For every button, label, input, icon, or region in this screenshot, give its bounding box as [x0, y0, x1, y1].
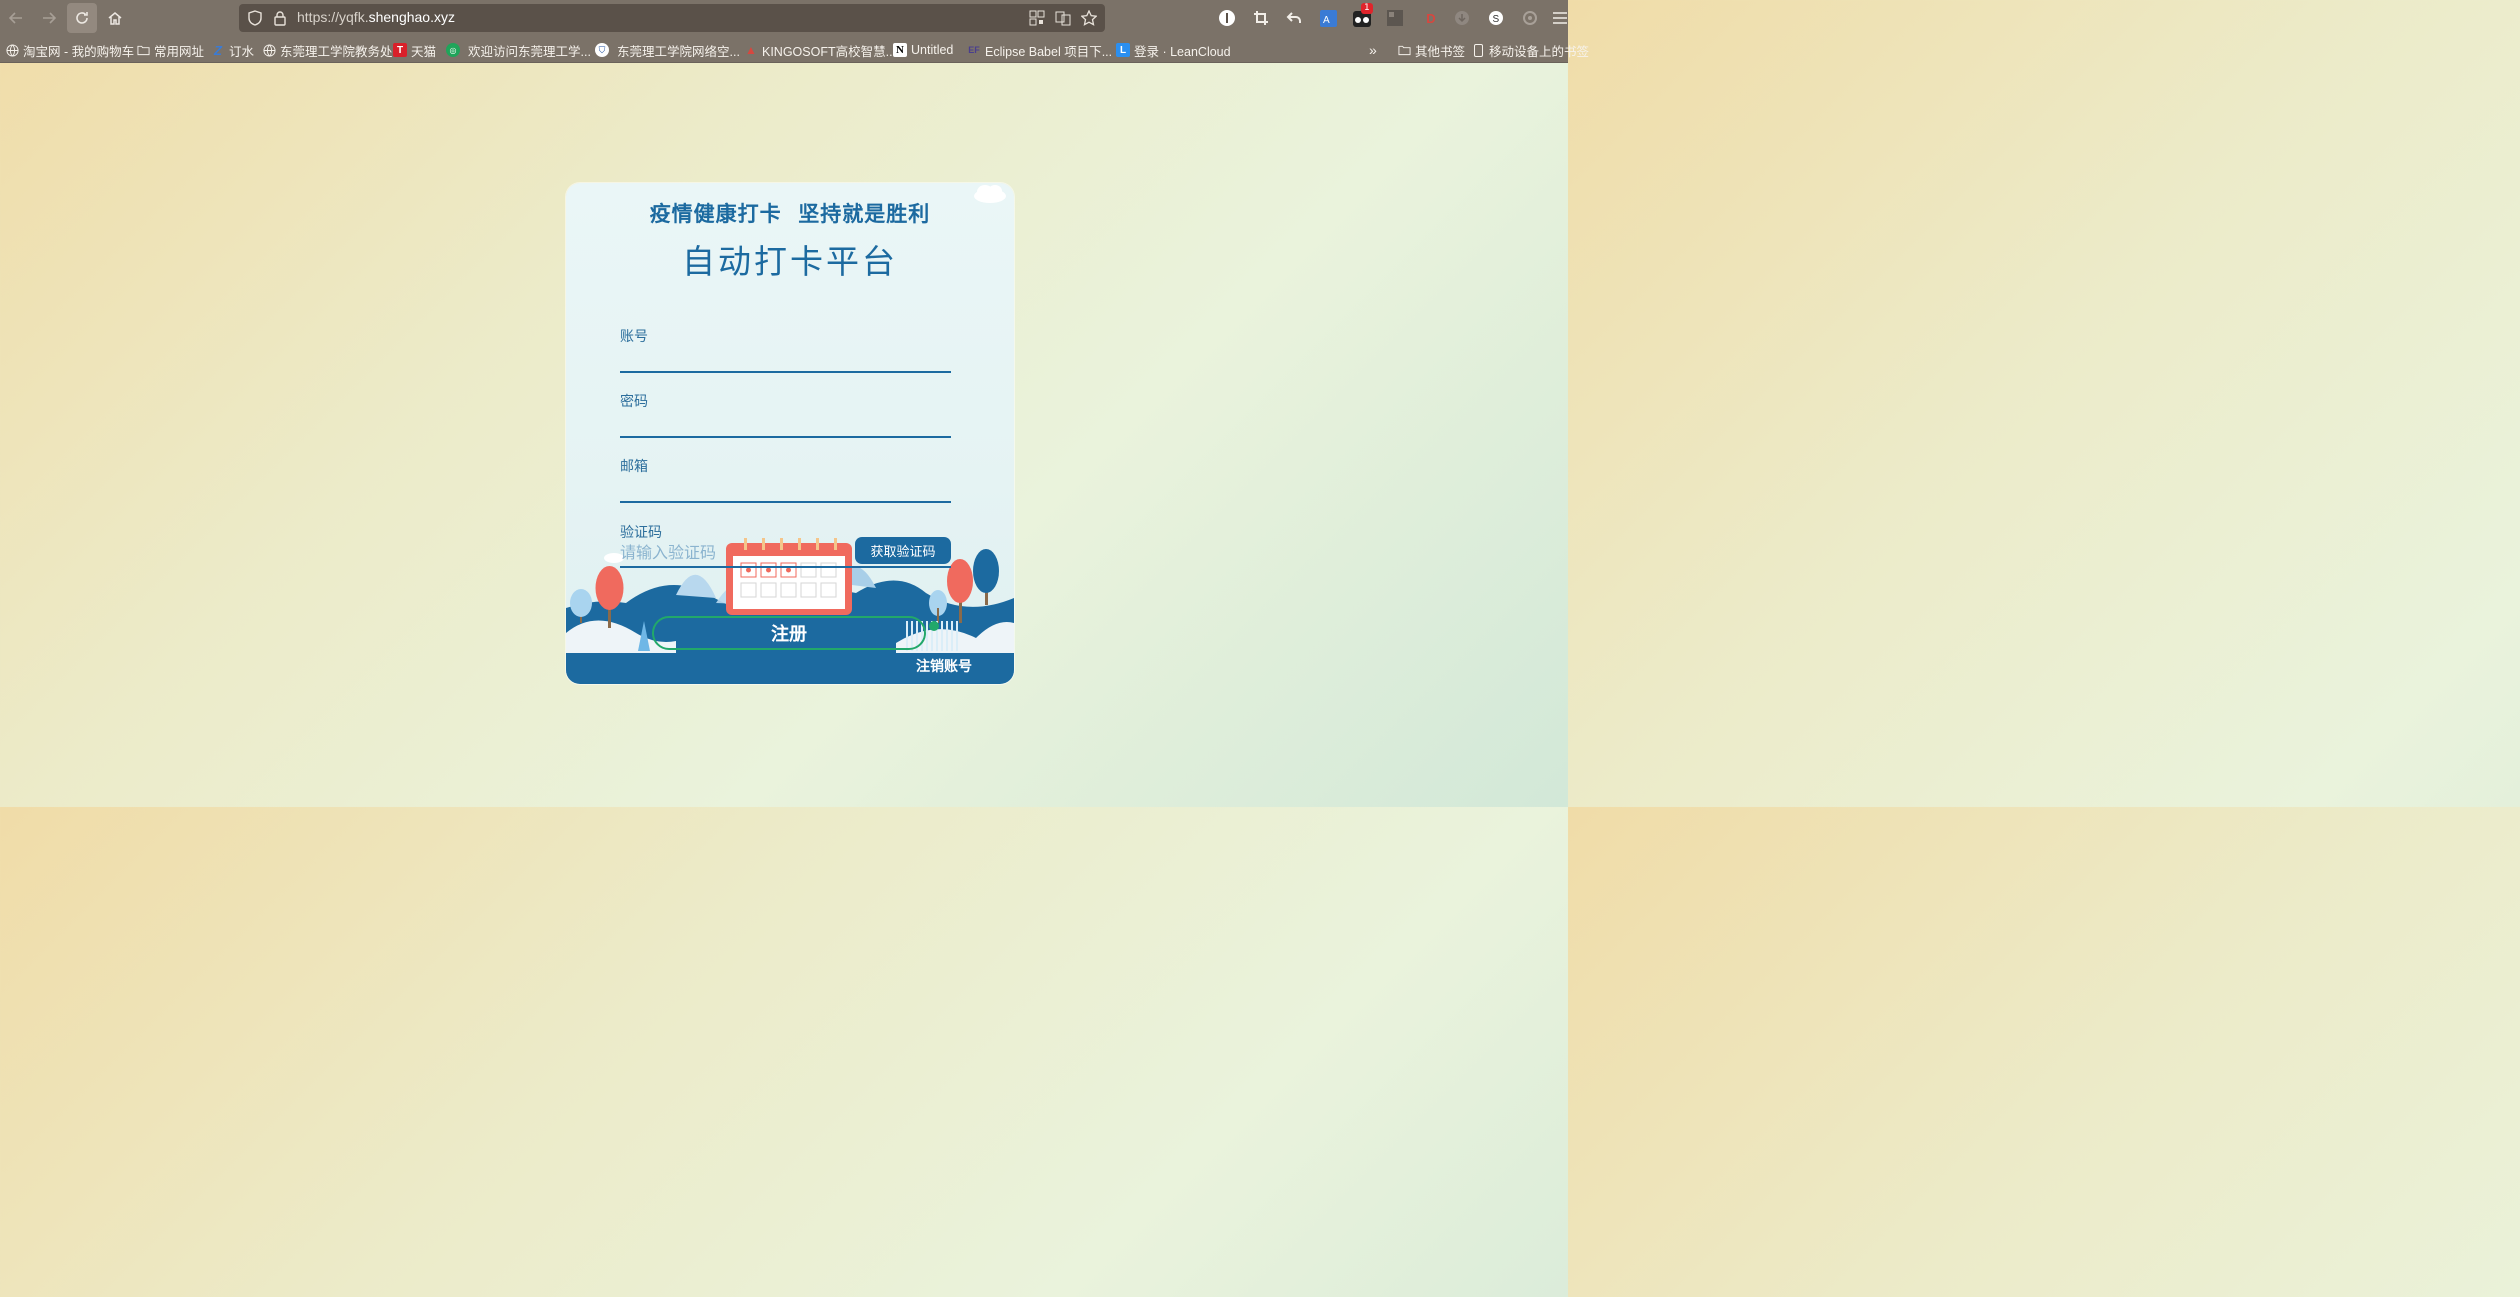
bookmark-label: 常用网址: [154, 44, 205, 59]
double-chevron-icon: »: [1369, 42, 1377, 58]
reload-button[interactable]: [67, 3, 97, 33]
forward-arrow-icon: [43, 12, 57, 24]
back-button[interactable]: [1, 3, 31, 33]
url-prefix: https://yqfk.: [297, 9, 369, 25]
bookmark-label: 东莞理工学院网络空...: [617, 44, 740, 59]
cancel-account-link[interactable]: 注销账号: [916, 656, 972, 676]
mobile-device-icon: [1471, 43, 1485, 57]
d-extension-icon[interactable]: D: [1421, 8, 1441, 28]
green-circle-icon: ◎: [446, 43, 460, 57]
globe-icon: [5, 43, 19, 57]
undo-icon: [1286, 12, 1301, 23]
shield-icon[interactable]: [247, 10, 263, 26]
bookmark-label: 天猫: [411, 44, 437, 59]
svg-text:A: A: [1323, 15, 1330, 26]
email-label: 邮箱: [620, 459, 648, 475]
folder-icon: [136, 43, 150, 57]
url-bar[interactable]: https://yqfk.shenghao.xyz: [239, 4, 1105, 32]
eclipse-icon: EF: [968, 45, 980, 55]
bookmark-order-water[interactable]: Z 订水: [211, 41, 254, 59]
get-verification-code-button[interactable]: 获取验证码: [855, 537, 951, 564]
crop-extension-icon[interactable]: [1251, 8, 1271, 28]
z-icon: Z: [214, 42, 222, 58]
d-letter-icon: D: [1426, 10, 1436, 26]
bookmark-eclipse-babel[interactable]: EF Eclipse Babel 项目下...: [967, 41, 1112, 59]
tampermonkey-extension-icon[interactable]: 1: [1352, 3, 1373, 28]
globe-icon: [262, 43, 276, 57]
leancloud-icon: L: [1116, 43, 1130, 57]
lock-icon[interactable]: [272, 10, 288, 26]
bookmark-label: 登录 · LeanCloud: [1134, 44, 1231, 59]
extension-badge: 1: [1361, 3, 1373, 14]
shield-badge-icon: ⛉: [595, 43, 609, 57]
bookmark-label: KINGOSOFT高校智慧...: [762, 44, 897, 59]
translate-extension-icon[interactable]: A: [1318, 8, 1338, 28]
bookmark-kingosoft[interactable]: ▲ KINGOSOFT高校智慧...: [744, 41, 896, 59]
bookmarks-bar: 淘宝网 - 我的购物车 常用网址 Z 订水 东莞理工学院教务处 T 天猫 ◎ 欢…: [0, 36, 1589, 63]
tmall-icon: T: [393, 43, 407, 57]
grid-extension-icon[interactable]: [1385, 8, 1405, 28]
qr-code-icon[interactable]: [1029, 10, 1045, 26]
svg-text:S: S: [1493, 14, 1500, 25]
browser-toolbar: https://yqfk.shenghao.xyz A 1 D S: [0, 0, 1568, 36]
crop-icon: [1254, 11, 1268, 25]
bookmark-leancloud[interactable]: L 登录 · LeanCloud: [1116, 41, 1231, 59]
grid-icon: [1387, 10, 1403, 26]
translate-icon[interactable]: [1055, 10, 1071, 26]
home-button[interactable]: [100, 3, 130, 33]
bookmark-label: Eclipse Babel 项目下...: [985, 44, 1113, 59]
verification-code-label: 验证码: [620, 525, 662, 541]
kingosoft-icon: ▲: [745, 43, 757, 57]
bookmark-dgut-welcome[interactable]: ◎ 欢迎访问东莞理工学...: [446, 41, 591, 59]
bookmark-label: 欢迎访问东莞理工学...: [468, 44, 591, 59]
menu-button[interactable]: [1550, 8, 1570, 28]
onepassword-extension-icon[interactable]: [1217, 8, 1237, 28]
notion-icon: N: [893, 43, 907, 57]
gear-extension-icon[interactable]: [1520, 8, 1540, 28]
email-input[interactable]: [620, 477, 951, 503]
forward-button[interactable]: [34, 3, 64, 33]
s-circle-icon: S: [1489, 11, 1503, 25]
circle-extension-icon[interactable]: [1452, 8, 1472, 28]
password-label: 密码: [620, 394, 648, 410]
gear-icon: [1523, 11, 1537, 25]
bookmark-label: 其他书签: [1415, 44, 1466, 59]
password-input[interactable]: [620, 412, 951, 438]
bookmark-taobao[interactable]: 淘宝网 - 我的购物车: [5, 41, 134, 59]
translate-ext-icon: A: [1319, 9, 1337, 27]
register-card: 疫情健康打卡 坚持就是胜利 自动打卡平台 账号 密码 邮箱 验证码 请输入验证码…: [566, 183, 1014, 684]
back-arrow-icon: [8, 12, 22, 24]
bookmark-label: Untitled: [911, 43, 954, 57]
circle-arrow-icon: [1455, 11, 1469, 25]
slogan-heading: 疫情健康打卡 坚持就是胜利: [649, 202, 931, 226]
mobile-bookmarks-folder[interactable]: 移动设备上的书签: [1471, 41, 1589, 59]
folder-icon: [1397, 43, 1411, 57]
bookmark-dgut-jwc[interactable]: 东莞理工学院教务处: [262, 41, 393, 59]
home-icon: [108, 12, 122, 25]
account-label: 账号: [620, 329, 648, 345]
page-title: 自动打卡平台: [682, 242, 898, 281]
bookmark-label: 移动设备上的书签: [1489, 44, 1590, 59]
bookmark-label: 淘宝网 - 我的购物车: [23, 44, 135, 59]
bookmarks-overflow-button[interactable]: »: [1369, 41, 1377, 59]
bookmark-dgut-network[interactable]: ⛉ 东莞理工学院网络空...: [595, 41, 740, 59]
onepassword-icon: [1219, 10, 1235, 26]
bookmark-tmall[interactable]: T 天猫: [393, 41, 436, 59]
account-input[interactable]: [620, 347, 951, 373]
bookmark-untitled[interactable]: N Untitled: [893, 41, 953, 59]
bookmark-label: 订水: [229, 44, 255, 59]
other-bookmarks-folder[interactable]: 其他书签: [1397, 41, 1465, 59]
bookmark-common-sites[interactable]: 常用网址: [136, 41, 204, 59]
url-text[interactable]: https://yqfk.shenghao.xyz: [297, 9, 455, 25]
hamburger-menu-icon: [1553, 12, 1567, 24]
s-extension-icon[interactable]: S: [1486, 8, 1506, 28]
bookmark-label: 东莞理工学院教务处: [280, 44, 393, 59]
reload-icon: [76, 12, 88, 24]
register-button[interactable]: 注册: [652, 616, 926, 650]
bookmark-star-icon[interactable]: [1081, 10, 1097, 26]
undo-extension-icon[interactable]: [1284, 8, 1304, 28]
url-domain: shenghao.xyz: [368, 9, 455, 25]
